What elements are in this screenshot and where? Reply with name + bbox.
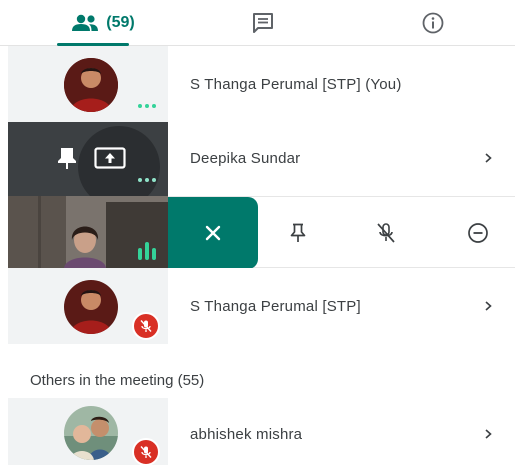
avatar	[64, 406, 118, 460]
participant-video-tile	[8, 196, 168, 268]
participant-actions-bar	[168, 196, 515, 269]
participant-name: S Thanga Perumal [STP] (You)	[190, 76, 402, 93]
avatar	[64, 280, 118, 334]
mic-off-icon	[140, 320, 152, 332]
tab-people[interactable]: (59)	[40, 0, 165, 46]
participant-tile	[8, 46, 168, 122]
tab-bar: (59)	[0, 0, 515, 46]
remove-icon	[468, 223, 488, 243]
close-actions-button[interactable]	[168, 197, 258, 269]
presenting-icon	[94, 147, 126, 169]
participant-name: S Thanga Perumal [STP]	[190, 298, 361, 315]
participant-tile	[8, 268, 168, 344]
participant-tile	[8, 122, 168, 196]
participant-name: abhishek mishra	[190, 426, 303, 443]
info-icon	[422, 12, 443, 34]
pin-icon	[290, 223, 306, 242]
chat-icon	[252, 13, 273, 33]
tab-chat[interactable]	[230, 0, 295, 46]
more-options-icon[interactable]	[138, 178, 156, 182]
participant-name: Deepika Sundar	[190, 150, 301, 167]
tab-info[interactable]	[400, 0, 465, 46]
more-options-icon[interactable]	[138, 104, 156, 108]
participant-row-deepika[interactable]: Deepika Sundar	[0, 122, 515, 196]
participant-row-abhishek[interactable]: abhishek mishra	[0, 398, 515, 465]
mute-button[interactable]	[358, 197, 414, 269]
participant-tile	[8, 398, 168, 465]
chevron-right-icon[interactable]	[483, 153, 493, 163]
chevron-right-icon[interactable]	[483, 429, 493, 439]
avatar	[64, 58, 118, 112]
mute-icon	[377, 223, 395, 243]
muted-badge	[132, 312, 160, 340]
pin-icon[interactable]	[56, 146, 78, 170]
mic-off-icon	[140, 446, 152, 458]
participant-row-you[interactable]: S Thanga Perumal [STP] (You)	[0, 46, 515, 122]
people-icon	[72, 14, 99, 31]
muted-badge	[132, 438, 160, 465]
tab-people-count: (59)	[106, 14, 135, 31]
speaking-indicator-icon	[138, 242, 156, 260]
pin-button[interactable]	[270, 197, 326, 269]
close-icon	[205, 225, 221, 241]
chevron-right-icon[interactable]	[483, 301, 493, 311]
remove-button[interactable]	[450, 197, 506, 269]
participant-row-expanded[interactable]	[0, 196, 515, 269]
others-section-title: Others in the meeting (55)	[30, 372, 205, 389]
participant-row-stp[interactable]: S Thanga Perumal [STP]	[0, 268, 515, 344]
